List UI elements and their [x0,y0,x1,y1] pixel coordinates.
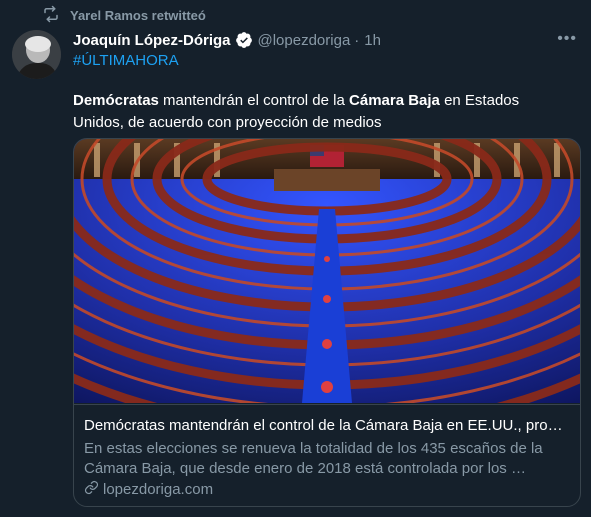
card-title[interactable]: Demócratas mantendrán el control de la C… [84,417,570,434]
tweet-text-bold-2: Cámara Baja [349,92,440,109]
card-description: En estas elecciones se renueva la totali… [84,440,543,477]
more-options-icon[interactable]: ••• [557,30,577,48]
link-card[interactable]: Demócratas mantendrán el control de la C… [73,138,581,507]
hashtag-link[interactable]: #ÚLTIMAHORA [73,52,179,69]
tweet-timestamp[interactable]: 1h [364,32,381,49]
verified-badge-icon [235,31,253,49]
tweet-text: Demócratas mantendrán el control de la C… [73,90,543,134]
separator-dot: · [354,31,360,49]
card-body[interactable]: Demócratas mantendrán el control de la C… [74,404,580,506]
retweet-context[interactable]: Yarel Ramos retwitteó [42,5,206,26]
card-domain[interactable]: lopezdoriga.com [84,480,213,499]
tweet-header: Joaquín López-Dóriga @lopezdoriga · 1h •… [73,29,577,51]
tweet-text-bold-1: Demócratas [73,92,159,109]
link-icon [84,480,99,499]
tweet-text-segment-2: mantendrán el control de la [158,92,350,109]
avatar[interactable] [12,30,61,79]
author-handle[interactable]: @lopezdoriga [258,32,351,49]
card-domain-text: lopezdoriga.com [103,481,214,498]
retweet-icon [42,5,60,26]
retweet-label: Yarel Ramos retwitteó [70,7,206,23]
author-name[interactable]: Joaquín López-Dóriga [73,32,231,49]
card-image[interactable] [74,139,580,434]
